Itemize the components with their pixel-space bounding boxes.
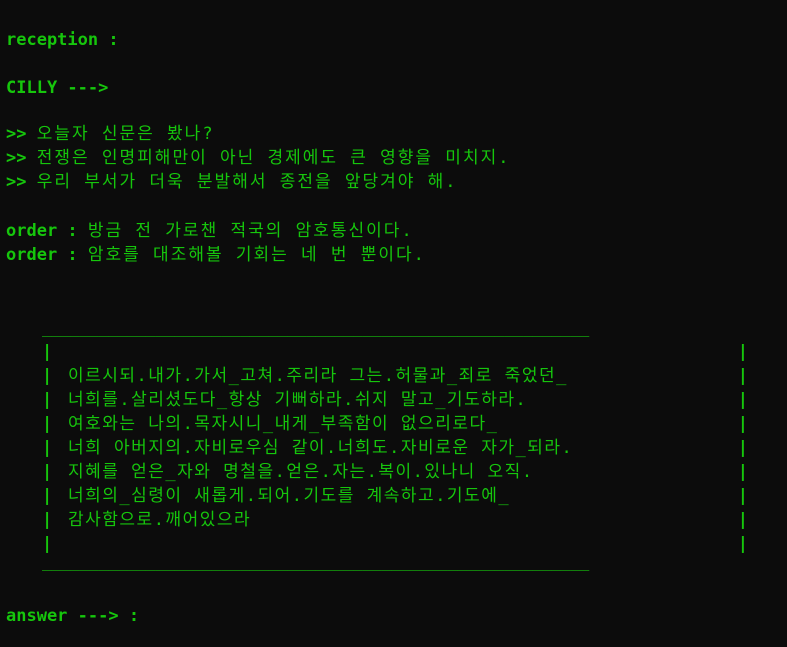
cipher-box-left-border: | (42, 390, 53, 410)
message-line: >> 오늘자 신문은 봤나? (6, 122, 215, 146)
answer-prompt[interactable]: answer ---> : (6, 604, 139, 628)
message-prompt: >> (6, 172, 27, 192)
cipher-text-line: 너희의_심령이 새롭게.되어.기도를 계속하고.기도에_ (68, 486, 511, 506)
order-label: order : (6, 245, 78, 265)
cipher-box-row: | 여호와는 나의.목자시니_내게_부족함이 없으리로다_ | (42, 412, 754, 436)
message-prompt: >> (6, 148, 27, 168)
cipher-box-row: | 너희 아버지의.자비로우심 같이.너희도.자비로운 자가_되라. | (42, 436, 754, 460)
cipher-text-line: 이르시되.내가.가서_고쳐.주리라 그는.허물과_죄로 죽었던_ (68, 366, 568, 386)
cipher-text-line: 여호와는 나의.목자시니_내게_부족함이 없으리로다_ (68, 414, 499, 434)
reception-label: reception : (6, 30, 119, 50)
cipher-text-line: 너희 아버지의.자비로우심 같이.너희도.자비로운 자가_되라. (68, 438, 574, 458)
cipher-box-left-border: | (42, 462, 53, 482)
message-text: 전쟁은 인명피해만이 아닌 경제에도 큰 영향을 미치지. (36, 148, 511, 168)
message-text: 오늘자 신문은 봤나? (36, 124, 215, 144)
cipher-box-bottom-border: ________________________________________… (42, 552, 590, 571)
cipher-box-left-border: | (42, 510, 53, 530)
order-text: 방금 전 가로챈 적국의 암호통신이다. (87, 221, 414, 241)
message-line: >> 전쟁은 인명피해만이 아닌 경제에도 큰 영향을 미치지. (6, 146, 510, 170)
cipher-box-left-border: | (42, 438, 53, 458)
cipher-box-left-border: | (42, 486, 53, 506)
order-text: 암호를 대조해볼 기회는 네 번 뿐이다. (87, 245, 426, 265)
cipher-box-right-border: | (737, 438, 748, 458)
cipher-box-right-border: | (737, 390, 748, 410)
cipher-box-right-border: | (737, 342, 748, 362)
message-prompt: >> (6, 124, 27, 144)
cipher-box-row: | | (42, 340, 754, 364)
terminal-window: reception : CILLY ---> >> 오늘자 신문은 봤나? >>… (0, 0, 787, 647)
cipher-box-row: | 감사함으로.깨어있으라 | (42, 508, 754, 532)
order-label: order : (6, 221, 78, 241)
cipher-box-right-border: | (737, 366, 748, 386)
message-text: 우리 부서가 더욱 분발해서 종전을 앞당겨야 해. (36, 172, 458, 192)
cipher-box-right-border: | (737, 414, 748, 434)
cipher-text-line: 지혜를 얻은_자와 명철을.얻은.자는.복이.있나니 오직. (68, 462, 534, 482)
cilly-label: CILLY ---> (6, 78, 109, 98)
cipher-box-row: | 너희를.살리셨도다_항상 기뻐하라.쉬지 말고_기도하라. | (42, 388, 754, 412)
cipher-text-line: 너희를.살리셨도다_항상 기뻐하라.쉬지 말고_기도하라. (68, 390, 528, 410)
order-line: order : 방금 전 가로챈 적국의 암호통신이다. (6, 219, 414, 243)
order-line: order : 암호를 대조해볼 기회는 네 번 뿐이다. (6, 243, 426, 267)
cipher-box-right-border: | (737, 486, 748, 506)
cipher-box-row: | 너희의_심령이 새롭게.되어.기도를 계속하고.기도에_ | (42, 484, 754, 508)
cipher-box-right-border: | (737, 510, 748, 530)
message-line: >> 우리 부서가 더욱 분발해서 종전을 앞당겨야 해. (6, 170, 458, 194)
cipher-box-row: | 이르시되.내가.가서_고쳐.주리라 그는.허물과_죄로 죽었던_ | (42, 364, 754, 388)
cipher-box-left-border: | (42, 414, 53, 434)
cipher-box-top-border: ________________________________________… (42, 318, 590, 337)
cipher-box-left-border: | (42, 366, 53, 386)
cipher-box-right-border: | (737, 534, 748, 554)
cipher-box-right-border: | (737, 462, 748, 482)
cipher-box-left-border: | (42, 342, 53, 362)
cipher-text-line: 감사함으로.깨어있으라 (68, 510, 252, 530)
cipher-box-row: | 지혜를 얻은_자와 명철을.얻은.자는.복이.있나니 오직. | (42, 460, 754, 484)
